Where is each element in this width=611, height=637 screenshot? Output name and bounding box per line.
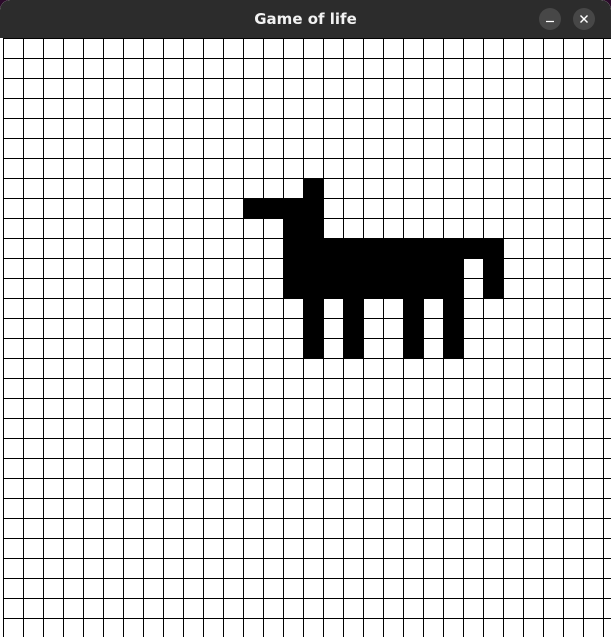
live-cell[interactable] [303, 198, 323, 218]
minimize-button[interactable] [539, 8, 561, 30]
close-icon [580, 15, 588, 23]
live-cell[interactable] [283, 218, 303, 238]
live-cell[interactable] [383, 278, 403, 298]
live-cell[interactable] [443, 318, 463, 338]
live-cell[interactable] [483, 258, 503, 278]
live-cell[interactable] [423, 238, 443, 258]
live-cell[interactable] [303, 178, 323, 198]
live-cell[interactable] [343, 238, 363, 258]
game-of-life-window: Game of life [0, 0, 611, 637]
live-cell[interactable] [303, 258, 323, 278]
close-button[interactable] [573, 8, 595, 30]
live-cell[interactable] [423, 258, 443, 278]
live-cell[interactable] [283, 198, 303, 218]
live-cell[interactable] [363, 258, 383, 278]
live-cell[interactable] [403, 298, 423, 318]
live-cell[interactable] [463, 238, 483, 258]
live-cell[interactable] [363, 238, 383, 258]
live-cell[interactable] [303, 298, 323, 318]
live-cell[interactable] [323, 258, 343, 278]
live-cell[interactable] [363, 278, 383, 298]
live-cell[interactable] [343, 278, 363, 298]
live-cell[interactable] [343, 338, 363, 358]
live-cell[interactable] [383, 238, 403, 258]
live-cell[interactable] [343, 318, 363, 338]
live-cell[interactable] [483, 238, 503, 258]
live-cell[interactable] [383, 258, 403, 278]
live-cell[interactable] [283, 238, 303, 258]
live-cell[interactable] [403, 318, 423, 338]
live-cell[interactable] [323, 278, 343, 298]
live-cell[interactable] [303, 318, 323, 338]
live-cell[interactable] [483, 278, 503, 298]
live-cell[interactable] [423, 278, 443, 298]
live-cell[interactable] [263, 198, 283, 218]
live-cell[interactable] [283, 258, 303, 278]
live-cell[interactable] [443, 278, 463, 298]
live-cell[interactable] [303, 278, 323, 298]
live-cell[interactable] [343, 258, 363, 278]
title-bar[interactable]: Game of life [0, 0, 611, 38]
live-cell[interactable] [243, 198, 263, 218]
live-cell[interactable] [403, 278, 423, 298]
live-cell[interactable] [303, 218, 323, 238]
live-cell[interactable] [303, 338, 323, 358]
grid-canvas[interactable] [3, 38, 611, 637]
live-cell[interactable] [443, 338, 463, 358]
window-title: Game of life [254, 10, 357, 28]
live-cell[interactable] [343, 298, 363, 318]
live-cell[interactable] [323, 238, 343, 258]
live-cell[interactable] [443, 258, 463, 278]
live-cell[interactable] [283, 278, 303, 298]
live-cell[interactable] [443, 238, 463, 258]
live-cell[interactable] [403, 338, 423, 358]
game-board[interactable] [3, 38, 611, 637]
live-cell[interactable] [403, 238, 423, 258]
live-cell[interactable] [403, 258, 423, 278]
minimize-icon [546, 20, 554, 23]
live-cell[interactable] [303, 238, 323, 258]
live-cell[interactable] [443, 298, 463, 318]
